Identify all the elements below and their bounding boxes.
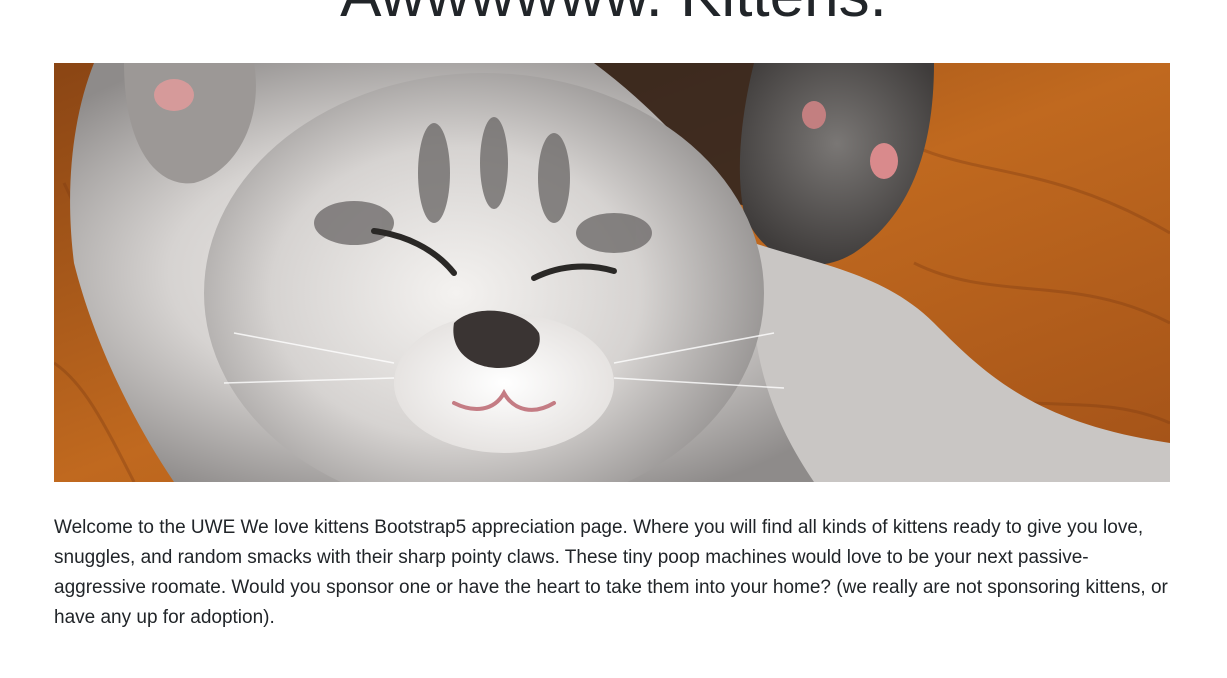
intro-paragraph: Welcome to the UWE We love kittens Boots… xyxy=(54,517,1168,628)
kitten-hero-image xyxy=(54,63,1170,482)
page-title: Awwwwww. Kittens. xyxy=(0,0,1227,30)
